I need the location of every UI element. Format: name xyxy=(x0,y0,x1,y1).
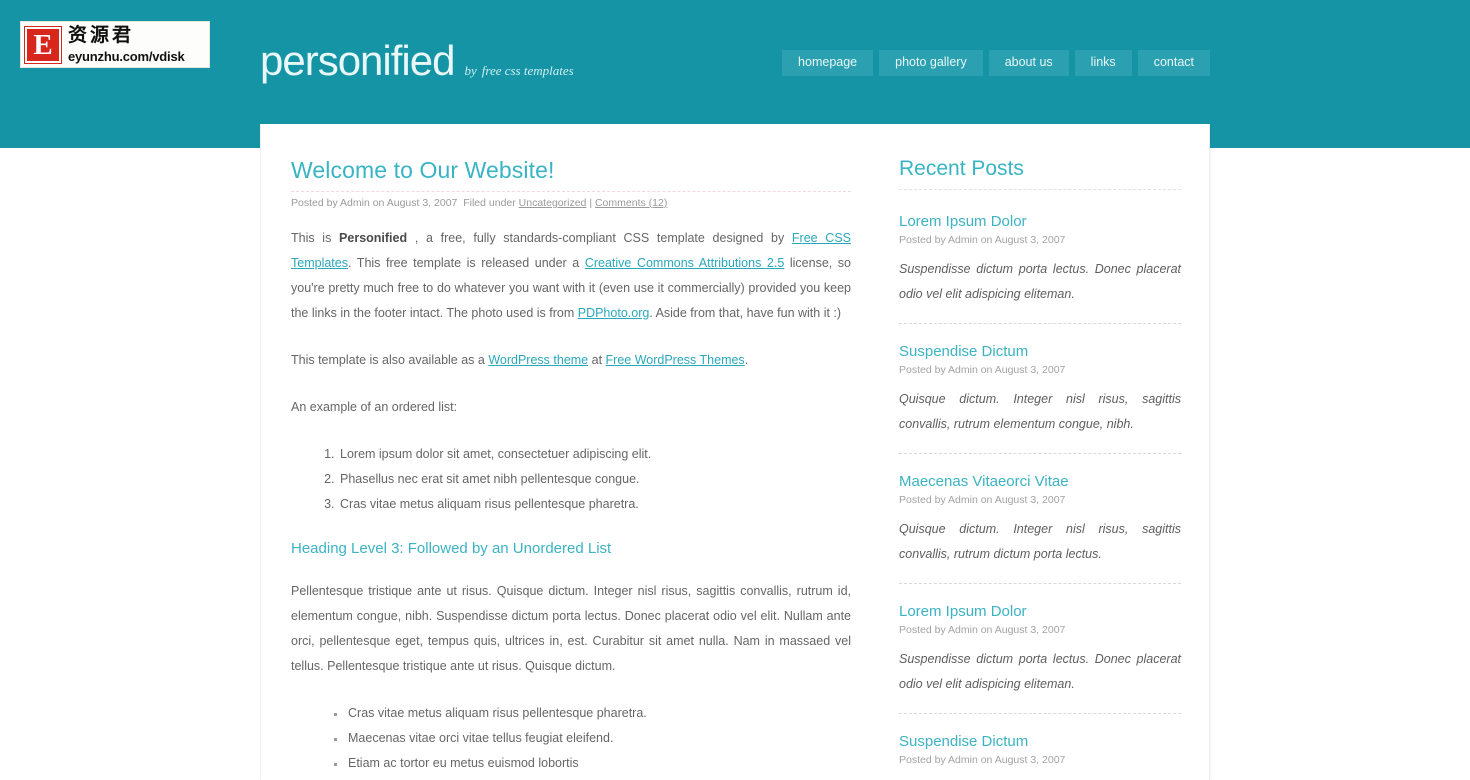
intro-text-2: , a free, fully standards-compliant CSS … xyxy=(407,231,792,245)
sidebar-post-meta: Posted by Admin on August 3, 2007 xyxy=(899,754,1066,766)
post-comments-link[interactable]: Comments (12) xyxy=(595,197,667,209)
main-column: Welcome to Our Website! Posted by Admin … xyxy=(261,124,881,780)
title-divider xyxy=(291,191,851,192)
sidebar-post-meta: Posted by Admin on August 3, 2007 xyxy=(899,494,1066,506)
sidebar-post-title[interactable]: Suspendise Dictum xyxy=(899,342,1181,362)
sidebar-post-excerpt: Suspendisse dictum porta lectus. Donec p… xyxy=(899,262,1181,301)
site-branding: personified by free css templates xyxy=(260,40,574,82)
list-item: Suspendise Dictum Posted by Admin on Aug… xyxy=(899,732,1181,767)
sidebar-post-excerpt: Quisque dictum. Integer nisl risus, sagi… xyxy=(899,392,1181,431)
main-navigation: homepage photo gallery about us links co… xyxy=(782,50,1210,76)
sidebar-post-excerpt: Suspendisse dictum porta lectus. Donec p… xyxy=(899,652,1181,691)
intro-text-3: . This free template is released under a xyxy=(347,256,585,270)
logo-chinese-text: 资源君 xyxy=(68,24,135,46)
post-category-link[interactable]: Uncategorized xyxy=(519,197,587,209)
intro-bold-name: Personified xyxy=(339,231,408,245)
page-root: E 资源君 eyunzhu.com/vdisk personified by fr… xyxy=(0,0,1470,780)
nav-homepage[interactable]: homepage xyxy=(782,50,874,76)
section-heading-level-3: Heading Level 3: Followed by an Unordere… xyxy=(291,540,612,557)
sidebar-post-excerpt: Quisque dictum. Integer nisl risus, sagi… xyxy=(899,522,1181,561)
sidebar-title: Recent Posts xyxy=(899,157,1024,180)
content-panel: Welcome to Our Website! Posted by Admin … xyxy=(260,124,1210,780)
sidebar-divider xyxy=(899,323,1181,324)
list-item: Lorem Ipsum Dolor Posted by Admin on Aug… xyxy=(899,602,1181,697)
list-item: Maecenas Vitaeorci Vitae Posted by Admin… xyxy=(899,472,1181,567)
sidebar-post-meta: Posted by Admin on August 3, 2007 xyxy=(899,364,1066,376)
post-meta-filed-label: Filed under xyxy=(463,197,516,209)
sidebar-divider xyxy=(899,713,1181,714)
post-meta-posted: Posted by Admin on August 3, 2007 xyxy=(291,197,458,209)
nav-about-us[interactable]: about us xyxy=(988,50,1069,76)
intro-paragraph: This is Personified , a free, fully stan… xyxy=(291,226,851,326)
post-meta-separator: | xyxy=(589,197,593,209)
sidebar-post-meta: Posted by Admin on August 3, 2007 xyxy=(899,624,1066,636)
slogan-by-word: by xyxy=(464,63,477,78)
list-item: Cras vitae metus aliquam risus pellentes… xyxy=(346,701,851,726)
intro-text-1: This is xyxy=(291,231,340,245)
sidebar-post-meta: Posted by Admin on August 3, 2007 xyxy=(899,234,1066,246)
sidebar-divider xyxy=(899,583,1181,584)
list-item: Etiam ac tortor eu metus euismod loborti… xyxy=(346,751,851,776)
list-item: Suspendise Dictum Posted by Admin on Aug… xyxy=(899,342,1181,437)
sidebar-post-title[interactable]: Suspendise Dictum xyxy=(899,732,1181,752)
sidebar-post-title[interactable]: Maecenas Vitaeorci Vitae xyxy=(899,472,1181,492)
sidebar-post-title[interactable]: Lorem Ipsum Dolor xyxy=(899,212,1181,232)
sidebar-divider xyxy=(899,453,1181,454)
nav-photo-gallery[interactable]: photo gallery xyxy=(879,50,983,76)
creative-commons-link[interactable]: Creative Commons Attributions 2.5 xyxy=(585,256,784,270)
post-meta: Posted by Admin on August 3, 2007 Filed … xyxy=(291,196,851,210)
ordered-list: Lorem ipsum dolor sit amet, consectetuer… xyxy=(291,442,851,517)
list-item: Maecenas vitae orci vitae tellus feugiat… xyxy=(346,726,851,751)
logo-letter-e-icon: E xyxy=(24,25,62,64)
logo-url-text: eyunzhu.com/vdisk xyxy=(68,49,185,64)
wordpress-theme-link[interactable]: WordPress theme xyxy=(488,353,588,367)
list-item: Lorem ipsum dolor sit amet, consectetuer… xyxy=(338,442,851,467)
wp-text-2: at xyxy=(588,353,606,367)
wp-text-3: . xyxy=(744,353,749,367)
site-slogan: by free css templates xyxy=(464,63,573,79)
site-title: personified xyxy=(260,37,455,84)
ordered-list-intro: An example of an ordered list: xyxy=(291,400,458,414)
unordered-list: Cras vitae metus aliquam risus pellentes… xyxy=(291,701,851,776)
lorem-paragraph-1: Pellentesque tristique ante ut risus. Qu… xyxy=(291,584,851,673)
list-item: Phasellus nec erat sit amet nibh pellent… xyxy=(338,467,851,492)
free-wordpress-themes-link[interactable]: Free WordPress Themes xyxy=(606,353,745,367)
site-logo[interactable]: E 资源君 eyunzhu.com/vdisk xyxy=(20,21,210,68)
nav-contact[interactable]: contact xyxy=(1137,50,1210,76)
page-title: Welcome to Our Website! xyxy=(291,157,555,183)
sidebar-post-title[interactable]: Lorem Ipsum Dolor xyxy=(899,602,1181,622)
list-item: Cras vitae metus aliquam risus pellentes… xyxy=(338,492,851,517)
sidebar-title-divider xyxy=(899,189,1181,190)
slogan-source: free css templates xyxy=(481,63,574,78)
nav-links[interactable]: links xyxy=(1074,50,1132,76)
logo-text-block: 资源君 eyunzhu.com/vdisk xyxy=(68,24,185,64)
sidebar: Recent Posts Lorem Ipsum Dolor Posted by… xyxy=(881,124,1209,780)
list-item: Lorem Ipsum Dolor Posted by Admin on Aug… xyxy=(899,212,1181,307)
wordpress-paragraph: This template is also available as a Wor… xyxy=(291,348,851,373)
wp-text-1: This template is also available as a xyxy=(291,353,489,367)
pdphoto-link[interactable]: PDPhoto.org xyxy=(578,306,650,320)
intro-text-5: . Aside from that, have fun with it :) xyxy=(649,306,842,320)
